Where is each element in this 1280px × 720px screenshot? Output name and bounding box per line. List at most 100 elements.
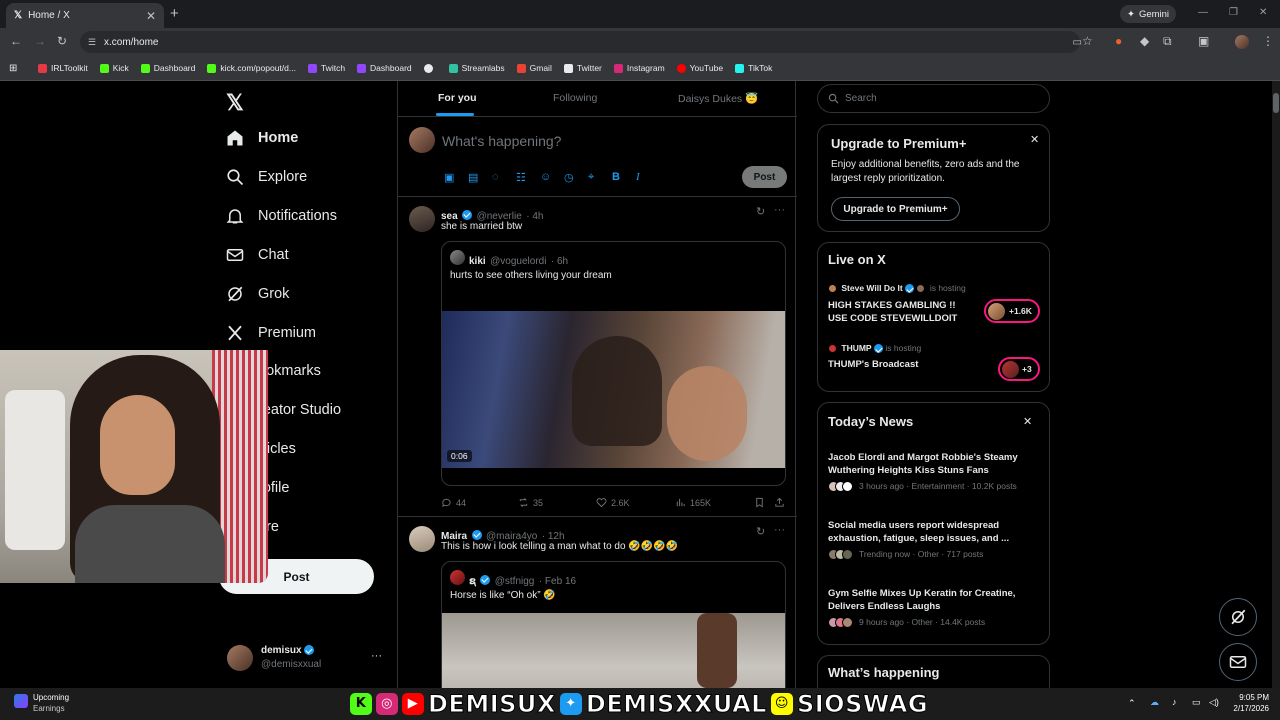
sidebar-item-chat[interactable]: Chat (226, 246, 289, 264)
gemini-button[interactable]: ✦ Gemini (1120, 5, 1176, 23)
new-tab-button[interactable]: + (170, 5, 179, 22)
menu-kebab-icon[interactable]: ⋮ (1262, 34, 1274, 48)
profile-avatar[interactable] (1235, 35, 1249, 49)
account-switcher[interactable]: demisux @demisxxual ··· (227, 643, 387, 673)
close-window-button[interactable]: ✕ (1259, 7, 1267, 18)
bookmark-item[interactable]: TikTok (735, 63, 772, 73)
maximize-button[interactable]: ❐ (1229, 7, 1238, 18)
grok-icon[interactable]: ↻ (756, 525, 765, 538)
bookmark-item[interactable]: Dashboard (140, 63, 195, 73)
location-icon[interactable]: ⌖ (588, 171, 594, 184)
video-player[interactable]: 0:06 (442, 311, 785, 468)
sidebar-item-premium[interactable]: Premium (226, 324, 316, 342)
tab-following[interactable]: Following (553, 92, 597, 104)
like-button[interactable]: 2.6K (596, 497, 630, 508)
bookmark-item[interactable]: kick.com/popout/d... (207, 63, 296, 73)
microphone-icon[interactable]: ♪ (1172, 697, 1177, 707)
poll-icon[interactable]: ☷ (516, 171, 526, 184)
news-item[interactable]: Social media users report widespread exh… (828, 519, 1043, 561)
tweet-time[interactable]: · 4h (526, 211, 543, 222)
tweet[interactable]: sea @neverlie · 4h ↻ ··· she is married … (398, 198, 797, 517)
emoji-icon[interactable]: ☺ (540, 171, 551, 183)
extension-icon[interactable]: ◆ (1140, 34, 1149, 48)
compose-post-button[interactable]: Post (742, 166, 787, 188)
tab-for-you[interactable]: For you (438, 92, 477, 104)
bookmark-button[interactable] (754, 497, 765, 508)
extensions-puzzle-icon[interactable]: ⧉ (1163, 34, 1172, 49)
sidebar-item-explore[interactable]: Explore (226, 168, 307, 186)
bookmark-item[interactable]: Instagram (613, 63, 665, 73)
bookmark-item[interactable]: Twitch (307, 63, 345, 73)
share-button[interactable] (774, 497, 785, 508)
x-logo-icon[interactable]: 𝕏 (226, 90, 244, 116)
live-listeners-badge[interactable]: +3 (998, 357, 1040, 381)
bookmark-item[interactable]: IRLToolkit (38, 63, 88, 73)
live-item-title[interactable]: HIGH STAKES GAMBLING !! USE CODE STEVEWI… (828, 299, 973, 325)
forward-icon[interactable]: → (34, 34, 46, 48)
bookmark-item[interactable]: Dashboard (357, 63, 412, 73)
page-scrollbar[interactable] (1272, 81, 1280, 688)
quoted-tweet[interactable]: kiki @voguelordi · 6h hurts to see other… (441, 241, 786, 486)
network-icon[interactable]: ▭ (1192, 697, 1201, 708)
apps-grid-icon[interactable]: ⊞ (9, 63, 17, 74)
reply-button[interactable]: 44 (441, 497, 466, 508)
views-button[interactable]: 165K (675, 497, 711, 508)
tweet[interactable]: Maira @maira4yo · 12h ↻ ··· This is how … (398, 518, 797, 688)
cloud-icon[interactable]: ☁ (1150, 697, 1159, 708)
bookmark-star-icon[interactable]: ☆ (1082, 34, 1093, 48)
avatar[interactable] (409, 206, 435, 232)
compose-input[interactable]: What's happening? (442, 133, 561, 149)
news-item[interactable]: Gym Selfie Mixes Up Keratin for Creatine… (828, 587, 1043, 629)
close-icon[interactable]: ✕ (1030, 133, 1039, 146)
extension-icon[interactable]: ● (1115, 34, 1122, 48)
more-options-icon[interactable]: ··· (774, 524, 785, 536)
clock-time[interactable]: 9:05 PM (1231, 693, 1269, 702)
side-panel-icon[interactable]: ▣ (1198, 34, 1209, 48)
search-input[interactable]: Search (817, 84, 1050, 113)
scrollbar-thumb[interactable] (1273, 93, 1279, 113)
grok-fab-button[interactable] (1219, 598, 1257, 636)
close-tab-icon[interactable]: ✕ (146, 9, 156, 23)
upgrade-premium-button[interactable]: Upgrade to Premium+ (831, 197, 960, 221)
repost-button[interactable]: 35 (518, 497, 543, 508)
bookmark-item[interactable]: Kick (99, 63, 129, 73)
widgets-icon[interactable] (14, 694, 28, 708)
browser-tab[interactable]: 𝕏 Home / X ✕ (6, 3, 164, 28)
sidebar-item-grok[interactable]: Grok (226, 285, 289, 303)
minimize-button[interactable]: — (1198, 7, 1208, 18)
reload-icon[interactable]: ↻ (57, 34, 67, 48)
schedule-icon[interactable]: ◷ (564, 171, 574, 184)
bold-icon[interactable]: B (612, 171, 620, 183)
avatar[interactable] (409, 526, 435, 552)
tray-chevron-icon[interactable]: ⌃ (1128, 698, 1136, 709)
more-options-icon[interactable]: ··· (371, 650, 382, 662)
live-item-host[interactable]: THUMP is hosting (828, 343, 921, 354)
live-item-title[interactable]: THUMP's Broadcast (828, 359, 918, 370)
bookmark-item[interactable]: Streamlabs (448, 63, 505, 73)
volume-icon[interactable]: ◁) (1209, 697, 1219, 708)
widget-title[interactable]: Upcoming (33, 693, 69, 702)
bookmark-item[interactable] (423, 63, 437, 73)
italic-icon[interactable]: I (636, 171, 640, 183)
sidebar-item-notifications[interactable]: Notifications (226, 207, 337, 225)
bookmark-item[interactable]: Twitter (563, 63, 602, 73)
video-player[interactable] (442, 613, 785, 688)
grok-icon[interactable]: ◌ (492, 171, 499, 183)
grok-icon[interactable]: ↻ (756, 205, 765, 218)
sidebar-item-home[interactable]: Home (226, 129, 298, 147)
cast-icon[interactable]: ▭ (1073, 37, 1082, 48)
site-info-icon[interactable]: ☰ (88, 37, 96, 48)
bookmark-item[interactable]: YouTube (676, 63, 723, 73)
image-icon[interactable]: ▣ (444, 171, 454, 184)
more-options-icon[interactable]: ··· (774, 204, 785, 216)
clock-date[interactable]: 2/17/2026 (1225, 704, 1269, 713)
back-icon[interactable]: ← (10, 34, 22, 48)
live-listeners-badge[interactable]: +1.6K (984, 299, 1040, 323)
quoted-tweet[interactable]: ຊ @stfnigg · Feb 16 Horse is like “Oh ok… (441, 561, 786, 688)
news-item[interactable]: Jacob Elordi and Margot Robbie's Steamy … (828, 451, 1043, 493)
gif-icon[interactable]: ▤ (468, 171, 478, 184)
messages-fab-button[interactable] (1219, 643, 1257, 681)
address-bar[interactable]: ☰ x.com/home ▭ (80, 31, 1082, 53)
live-item-host[interactable]: Steve Will Do It is hosting (828, 283, 966, 294)
tab-daisys-dukes[interactable]: Daisys Dukes 😇 (678, 92, 758, 105)
